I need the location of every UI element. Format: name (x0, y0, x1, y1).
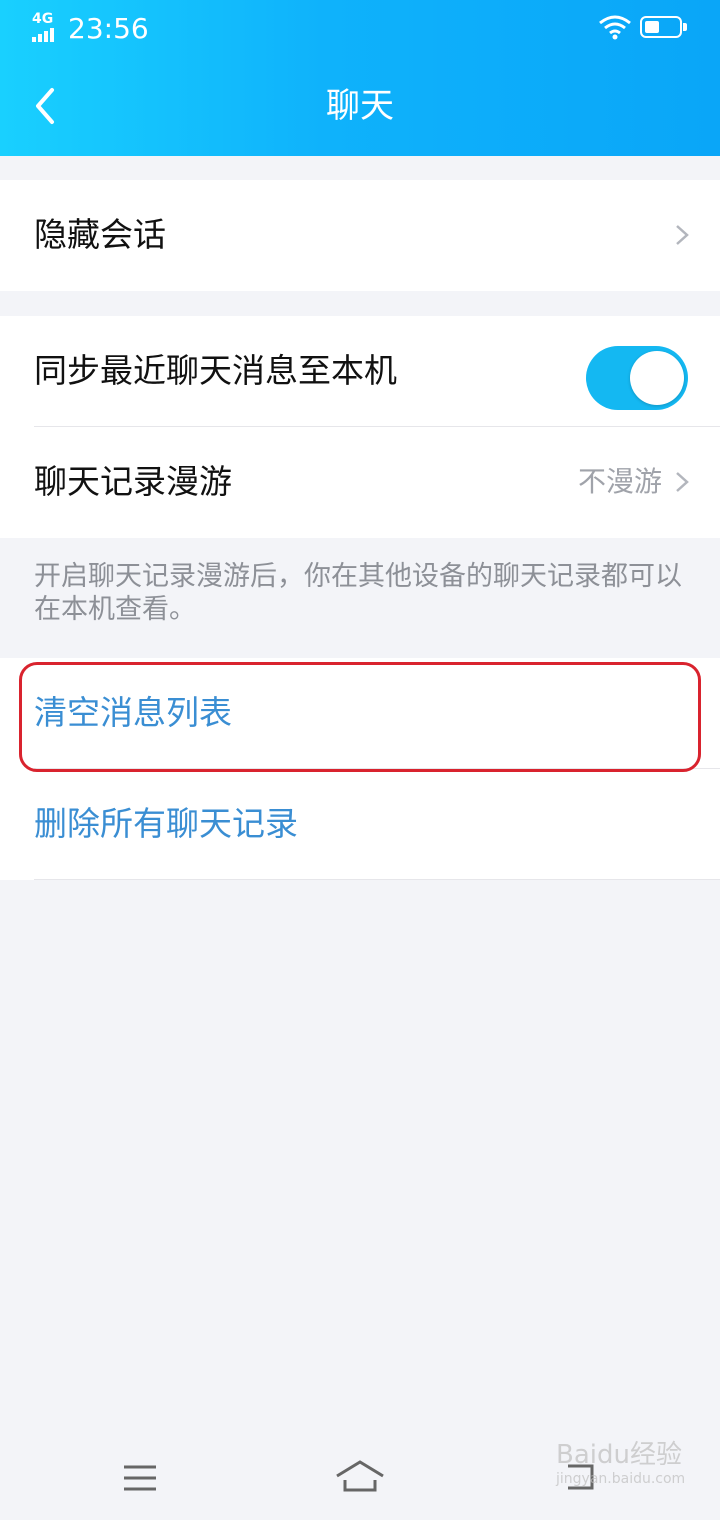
status-time: 23:56 (68, 12, 149, 45)
hidden-chats-row[interactable]: 隐藏会话 (0, 180, 720, 291)
sync-roaming-group: 同步最近聊天消息至本机 聊天记录漫游 不漫游 (0, 316, 720, 538)
watermark-sub: jingyan.baidu.com (556, 1471, 686, 1487)
cell-signal-icon: 4G (32, 12, 58, 42)
roaming-value: 不漫游 (577, 465, 662, 498)
battery-icon (640, 16, 687, 38)
roaming-note: 开启聊天记录漫游后，你在其他设备的聊天记录都可以在本机查看。 (34, 561, 682, 625)
watermark: Baidu经验 jingyan.baidu.com (556, 1434, 685, 1487)
sync-recent-label: 同步最近聊天消息至本机 (34, 351, 397, 390)
roaming-label: 聊天记录漫游 (34, 462, 232, 501)
delete-all-row[interactable]: 删除所有聊天记录 (0, 769, 720, 880)
highlight-annotation (19, 662, 701, 772)
network-type: 4G (32, 11, 54, 27)
header-bar: 4G 23:56 聊天 (0, 0, 720, 156)
status-bar: 4G 23:56 (0, 0, 720, 58)
chevron-right-icon (676, 225, 689, 245)
chevron-right-icon (676, 472, 689, 492)
sync-recent-toggle[interactable] (586, 346, 688, 410)
menu-icon[interactable] (122, 1464, 158, 1492)
watermark-main: Baidu经验 (556, 1440, 682, 1470)
toggle-knob (630, 351, 684, 405)
roaming-row[interactable]: 聊天记录漫游 不漫游 (0, 427, 720, 538)
hidden-chats-group: 隐藏会话 (0, 180, 720, 291)
delete-all-label: 删除所有聊天记录 (34, 804, 298, 843)
row-divider (34, 879, 720, 880)
page-title: 聊天 (326, 86, 394, 126)
sync-recent-row: 同步最近聊天消息至本机 (0, 316, 720, 427)
hidden-chats-label: 隐藏会话 (34, 215, 166, 254)
wifi-icon (599, 15, 631, 40)
home-icon[interactable] (334, 1458, 386, 1494)
